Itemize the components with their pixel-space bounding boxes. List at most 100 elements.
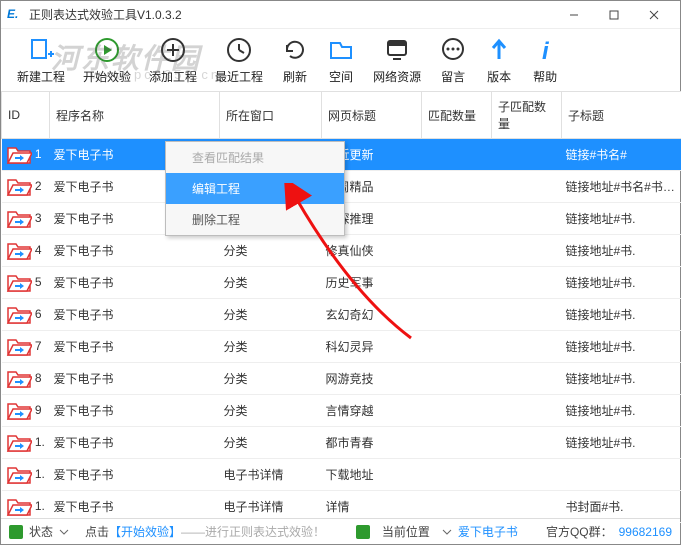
close-button[interactable] (634, 4, 674, 26)
cell-name: 爱下电子书 (50, 331, 220, 363)
cell-match (422, 331, 492, 363)
col-name[interactable]: 程序名称 (50, 92, 220, 139)
tool-label: 帮助 (533, 68, 557, 85)
cell-match (422, 171, 492, 203)
cell-match (422, 459, 492, 491)
maximize-button[interactable] (594, 4, 634, 26)
table-row[interactable]: 6爱下电子书分类玄幻奇幻链接地址#书. (2, 299, 681, 331)
tool-play[interactable]: 开始效验 (83, 36, 131, 85)
cell-subtitle: 链接地址#书. (562, 395, 681, 427)
svg-text:i: i (542, 38, 550, 63)
tool-recent[interactable]: 最近工程 (215, 36, 263, 85)
context-menu: 查看匹配结果 编辑工程 删除工程 (165, 141, 345, 236)
cell-window: 分类 (220, 299, 322, 331)
table-row[interactable]: 1.爱下电子书分类都市青春链接地址#书. (2, 427, 681, 459)
cell-subtitle: 链接地址#书名#书封面#作者 (562, 171, 681, 203)
cell-submatch (492, 459, 562, 491)
cell-match (422, 203, 492, 235)
cell-subtitle: 链接#书名# (562, 139, 681, 171)
tool-label: 版本 (487, 68, 511, 85)
ctx-edit-project[interactable]: 编辑工程 (166, 173, 344, 204)
tool-add[interactable]: 添加工程 (149, 36, 197, 85)
cell-submatch (492, 427, 562, 459)
cell-submatch (492, 299, 562, 331)
cell-match (422, 235, 492, 267)
cell-submatch (492, 363, 562, 395)
status-tip-action[interactable]: 【开始效验】 (109, 523, 181, 540)
minimize-button[interactable] (554, 4, 594, 26)
add-icon (159, 36, 187, 64)
tool-help[interactable]: i 帮助 (531, 36, 559, 85)
folder-icon (6, 272, 32, 294)
cell-match (422, 363, 492, 395)
col-submatch[interactable]: 子匹配数量 (492, 92, 562, 139)
tool-net[interactable]: 网络资源 (373, 36, 421, 85)
tool-label: 新建工程 (17, 68, 65, 85)
table-row[interactable]: 5爱下电子书分类历史军事链接地址#书. (2, 267, 681, 299)
net-icon (383, 36, 411, 64)
cell-window: 分类 (220, 363, 322, 395)
cell-window: 分类 (220, 235, 322, 267)
cell-subtitle: 链接地址#书. (562, 235, 681, 267)
status-pos-label: 当前位置 (382, 523, 430, 540)
table-row[interactable]: 1.爱下电子书电子书详情下载地址 (2, 459, 681, 491)
cell-submatch (492, 139, 562, 171)
app-icon: E. (7, 7, 23, 23)
play-icon (93, 36, 121, 64)
close-icon (649, 10, 659, 20)
cell-submatch (492, 203, 562, 235)
table-row[interactable]: 4爱下电子书分类修真仙侠链接地址#书. (2, 235, 681, 267)
status-group-value[interactable]: 99682169 (619, 525, 672, 539)
col-title[interactable]: 网页标题 (322, 92, 422, 139)
cell-subtitle: 链接地址#书. (562, 363, 681, 395)
tool-label: 网络资源 (373, 68, 421, 85)
table-row[interactable]: 9爱下电子书分类言情穿越链接地址#书. (2, 395, 681, 427)
status-tip-prefix: 点击 (85, 523, 109, 540)
statusbar: 状态 点击 【开始效验】 ——进行正则表达式效验！ 当前位置 爱下电子书 官方Q… (1, 518, 680, 544)
cell-window: 分类 (220, 427, 322, 459)
folder-icon (6, 368, 32, 390)
toolbar: 河东软件园 www.pc0359.cn 新建工程开始效验添加工程最近工程刷新空间… (1, 29, 680, 91)
ctx-delete-project[interactable]: 删除工程 (166, 204, 344, 235)
titlebar: E. 正则表达式效验工具V1.0.3.2 (1, 1, 680, 29)
ver-icon (485, 36, 513, 64)
cell-title: 都市青春 (322, 427, 422, 459)
cell-subtitle: 链接地址#书. (562, 299, 681, 331)
cell-name: 爱下电子书 (50, 299, 220, 331)
cell-window: 分类 (220, 395, 322, 427)
cell-title: 修真仙侠 (322, 235, 422, 267)
status-tip-suffix: ——进行正则表达式效验！ (181, 523, 325, 540)
cell-window: 分类 (220, 331, 322, 363)
table-row[interactable]: 8爱下电子书分类网游竞技链接地址#书. (2, 363, 681, 395)
tool-msg[interactable]: 留言 (439, 36, 467, 85)
tool-refresh[interactable]: 刷新 (281, 36, 309, 85)
status-flag2-icon (356, 525, 370, 539)
folder-icon (6, 208, 32, 230)
status-group-label: 官方QQ群： (546, 523, 613, 540)
col-match[interactable]: 匹配数量 (422, 92, 492, 139)
folder-icon (6, 304, 32, 326)
cell-name: 爱下电子书 (50, 395, 220, 427)
chevron-down-icon[interactable] (59, 527, 69, 537)
cell-name: 爱下电子书 (50, 267, 220, 299)
status-pos-value[interactable]: 爱下电子书 (458, 523, 518, 540)
col-window[interactable]: 所在窗口 (220, 92, 322, 139)
cell-subtitle (562, 459, 681, 491)
tool-new[interactable]: 新建工程 (17, 36, 65, 85)
tool-label: 添加工程 (149, 68, 197, 85)
col-id[interactable]: ID (2, 92, 50, 139)
table-row[interactable]: 7爱下电子书分类科幻灵异链接地址#书. (2, 331, 681, 363)
ctx-view-results: 查看匹配结果 (166, 142, 344, 173)
tool-label: 留言 (441, 68, 465, 85)
cell-subtitle: 链接地址#书. (562, 267, 681, 299)
tool-space[interactable]: 空间 (327, 36, 355, 85)
folder-icon (6, 144, 32, 166)
window-title: 正则表达式效验工具V1.0.3.2 (29, 6, 554, 23)
minimize-icon (569, 10, 579, 20)
col-subtitle[interactable]: 子标题 (562, 92, 681, 139)
cell-title: 玄幻奇幻 (322, 299, 422, 331)
cell-subtitle: 链接地址#书. (562, 331, 681, 363)
chevron-down-icon[interactable] (442, 527, 452, 537)
status-flag-icon (9, 525, 23, 539)
tool-ver[interactable]: 版本 (485, 36, 513, 85)
